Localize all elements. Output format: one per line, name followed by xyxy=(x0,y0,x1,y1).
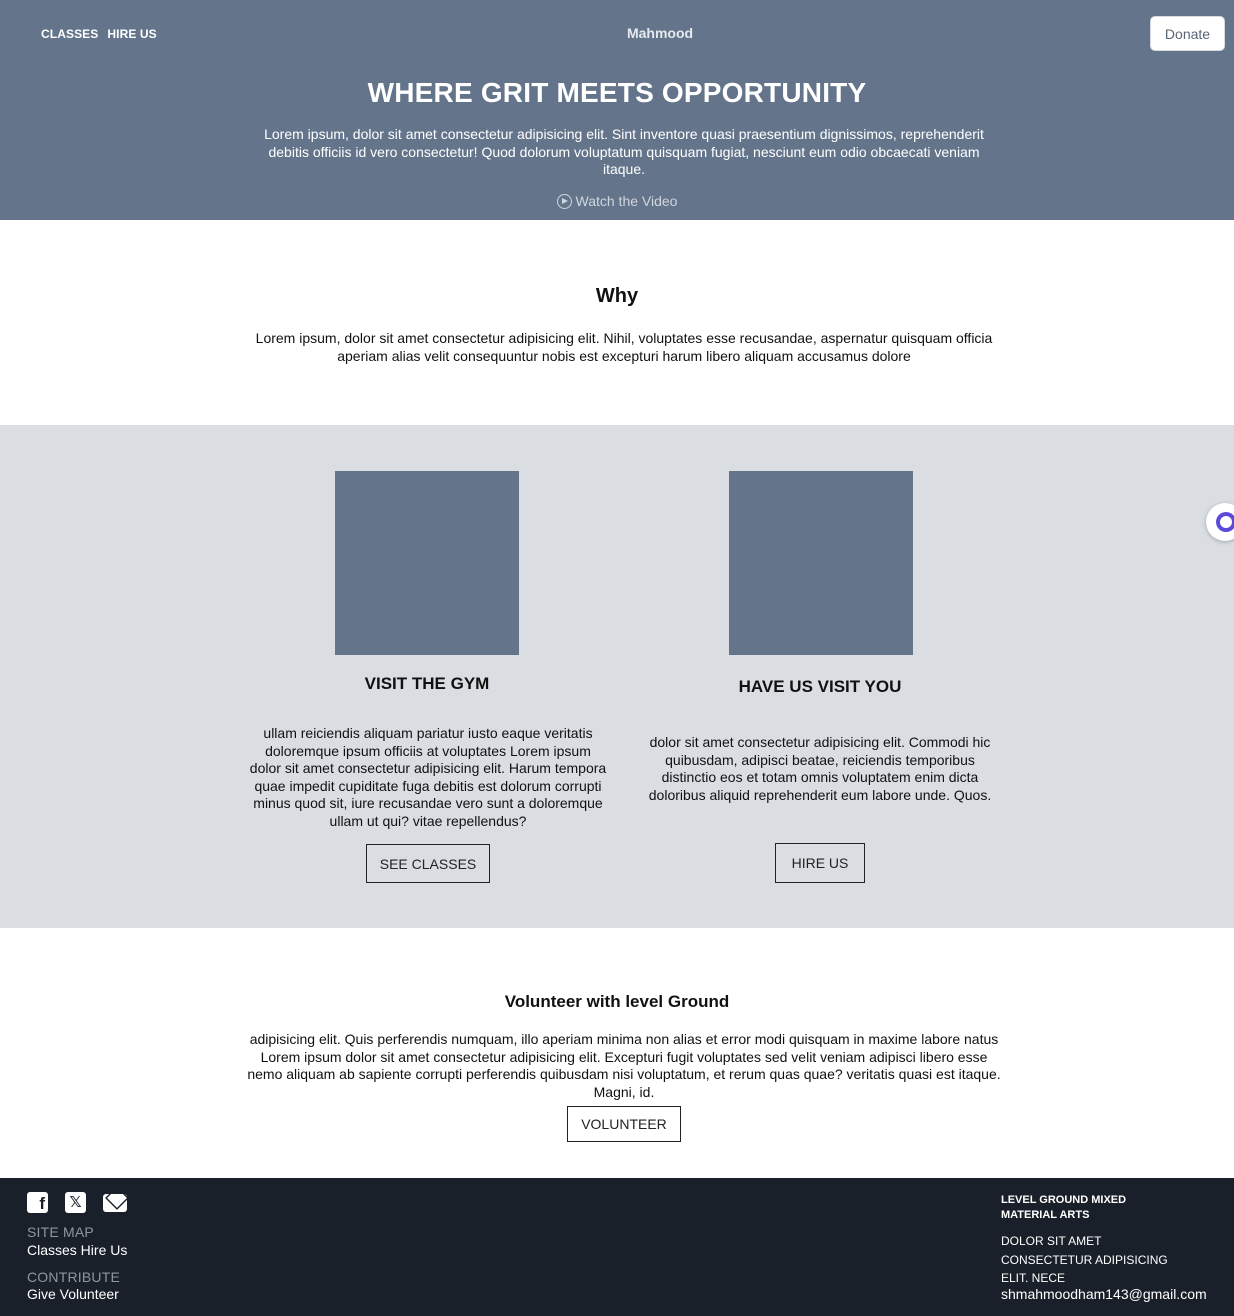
hire-us-button[interactable]: HIRE US xyxy=(775,843,865,883)
brand-text[interactable]: Mahmood xyxy=(627,25,693,41)
why-description: Lorem ipsum, dolor sit amet consectetur … xyxy=(255,330,993,364)
gym-image-placeholder xyxy=(335,471,519,655)
org-name: LEVEL GROUND MIXED MATERIAL ARTS xyxy=(1001,1194,1127,1221)
contact-email[interactable]: shmahmoodham143@gmail.com xyxy=(1001,1286,1207,1302)
see-classes-button[interactable]: SEE CLASSES xyxy=(366,844,490,883)
why-heading: Why xyxy=(595,285,639,307)
watch-video-link[interactable]: Watch the Video xyxy=(0,193,1234,209)
hero-header: CLASSES HIRE US Mahmood Donate WHERE GRI… xyxy=(0,0,1234,220)
card-text-have-us-visit: dolor sit amet consectetur adipisicing e… xyxy=(648,734,992,803)
envelope-icon[interactable] xyxy=(103,1194,127,1212)
volunteer-button[interactable]: VOLUNTEER xyxy=(567,1106,681,1142)
hero-description: Lorem ipsum, dolor sit amet consectetur … xyxy=(264,126,984,177)
contribute-label: CONTRIBUTE xyxy=(27,1269,120,1285)
visit-image-placeholder xyxy=(729,471,913,655)
volunteer-description: adipisicing elit. Quis perferendis numqu… xyxy=(247,1031,1001,1100)
site-footer: f 𝕏 SITE MAP Classes Hire Us CONTRIBUTE … xyxy=(0,1178,1234,1316)
card-title-have-us-visit: HAVE US VISIT YOU xyxy=(738,677,902,696)
x-twitter-icon[interactable]: 𝕏 xyxy=(65,1192,86,1213)
volunteer-heading: Volunteer with level Ground xyxy=(504,992,730,1011)
org-address: DOLOR SIT AMET CONSECTETUR ADIPISICING E… xyxy=(1001,1234,1168,1285)
donate-button[interactable]: Donate xyxy=(1150,16,1225,51)
hero-title: WHERE GRIT MEETS OPPORTUNITY xyxy=(367,77,867,108)
watch-video-label: Watch the Video xyxy=(575,193,678,209)
social-links: f 𝕏 xyxy=(27,1192,127,1213)
play-circle-icon xyxy=(556,193,572,209)
services-section: VISIT THE GYM ullam reiciendis aliquam p… xyxy=(0,425,1234,928)
card-text-visit-gym: ullam reiciendis aliquam pariatur iusto … xyxy=(249,725,607,829)
contribute-links[interactable]: Give Volunteer xyxy=(27,1286,119,1302)
sitemap-links[interactable]: Classes Hire Us xyxy=(27,1242,127,1258)
sitemap-label: SITE MAP xyxy=(27,1224,94,1240)
facebook-icon[interactable]: f xyxy=(27,1192,48,1213)
brand-name: Mahmood xyxy=(0,25,1234,41)
card-title-visit-gym: VISIT THE GYM xyxy=(364,674,490,693)
